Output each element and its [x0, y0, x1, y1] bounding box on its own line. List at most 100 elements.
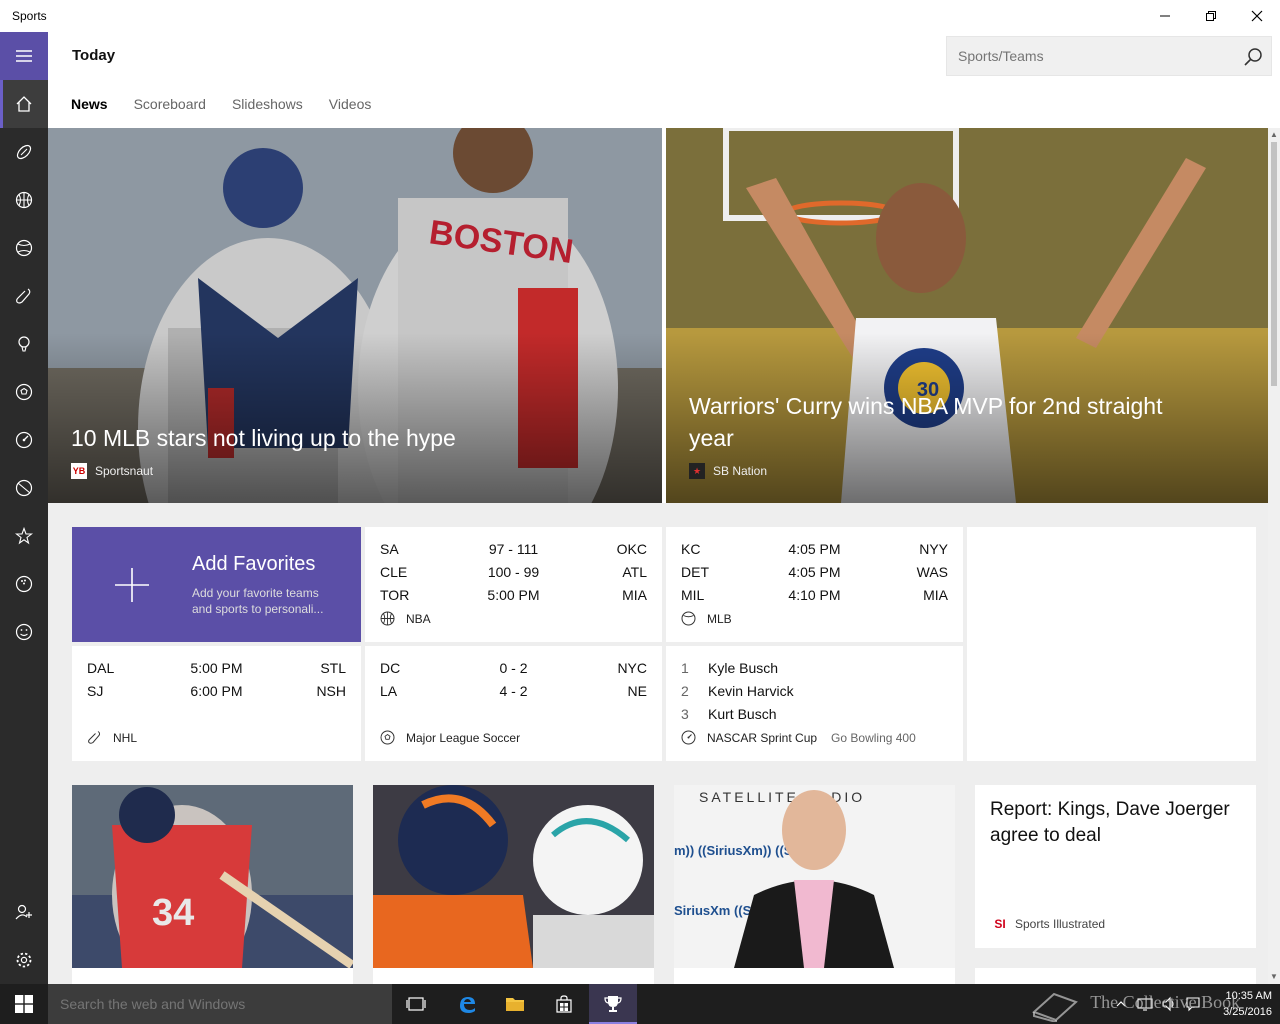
- story-card-football[interactable]: [373, 785, 654, 968]
- game-time: 4:05 PM: [788, 541, 841, 557]
- score: 100 - 99: [487, 564, 540, 580]
- story-image-football: [373, 785, 654, 968]
- sportsnaut-logo-icon: YB: [71, 463, 87, 479]
- golf-icon: [18, 336, 30, 352]
- league-label: NBA: [380, 611, 431, 626]
- empty-card: [967, 527, 1256, 761]
- hero-story-nba[interactable]: 30 Warriors' Curry wins NBA MVP for 2nd …: [666, 128, 1268, 503]
- story-card-kings[interactable]: Report: Kings, Dave Joerger agree to dea…: [975, 785, 1256, 948]
- nav-baseball[interactable]: [0, 224, 48, 272]
- add-person-icon: [15, 904, 32, 920]
- jersey-number: 34: [152, 892, 194, 934]
- tab-slideshows[interactable]: Slideshows: [232, 96, 303, 116]
- event-name: Go Bowling 400: [831, 730, 916, 745]
- nav-hockey[interactable]: [0, 272, 48, 320]
- plus-icon: [115, 568, 149, 602]
- game-time: 5:00 PM: [190, 660, 243, 676]
- hamburger-menu-button[interactable]: [0, 32, 48, 80]
- team-away: NYC: [617, 660, 647, 676]
- game-time: 4:05 PM: [788, 564, 841, 580]
- hero-story-mlb[interactable]: BOSTON 10 MLB stars not living up to the…: [48, 128, 662, 503]
- mls-scores-card[interactable]: DC 0 - 2 NYC LA 4 - 2 NE Major League So…: [365, 646, 662, 761]
- nav-football[interactable]: [0, 128, 48, 176]
- file-explorer-button[interactable]: [491, 984, 539, 1024]
- tab-scoreboard[interactable]: Scoreboard: [134, 96, 206, 116]
- star-icon: [15, 527, 33, 545]
- team-away: OKC: [616, 541, 647, 557]
- close-button[interactable]: [1234, 0, 1280, 32]
- scroll-down-icon[interactable]: ▼: [1270, 973, 1278, 981]
- sbnation-logo-icon: ★: [689, 463, 705, 479]
- nhl-scores-card[interactable]: DAL 5:00 PM STL SJ 6:00 PM NSH NHL: [72, 646, 361, 761]
- baseball-icon: [15, 239, 33, 257]
- task-view-button[interactable]: [392, 984, 440, 1024]
- nav-account[interactable]: [0, 888, 48, 936]
- score-row: DAL 5:00 PM STL: [87, 660, 346, 680]
- league-name: Major League Soccer: [406, 730, 521, 745]
- edge-button[interactable]: [443, 984, 491, 1024]
- tab-videos[interactable]: Videos: [329, 96, 372, 116]
- si-logo-icon: SI: [994, 917, 1006, 931]
- section-tabs: News Scoreboard Slideshows Videos: [71, 96, 397, 116]
- start-button[interactable]: [0, 984, 48, 1024]
- story-card-baseball[interactable]: 34: [72, 785, 353, 968]
- hamburger-icon: [16, 50, 32, 62]
- score-row: DC 0 - 2 NYC: [380, 660, 647, 680]
- nav-favorites[interactable]: [0, 512, 48, 560]
- story-card-next[interactable]: [975, 968, 1256, 984]
- basketball-icon: [15, 191, 33, 209]
- league-label: NASCAR Sprint Cup Go Bowling 400: [681, 730, 916, 745]
- driver-name: Kevin Harvick: [708, 683, 794, 699]
- hockey-icon: [16, 288, 31, 304]
- tab-news[interactable]: News: [71, 96, 108, 116]
- minimize-button[interactable]: [1142, 0, 1188, 32]
- score-row: SA 97 - 111 OKC: [380, 541, 647, 561]
- vertical-scrollbar[interactable]: ▲ ▼: [1268, 128, 1280, 984]
- story-card-radio[interactable]: SATELLITE RADIO m)) ((SiriusXm)) ((Siri …: [674, 785, 955, 968]
- nba-scores-card[interactable]: SA 97 - 111 OKC CLE 100 - 99 ATL TOR 5:0…: [365, 527, 662, 642]
- race-result-row: 1 Kyle Busch: [681, 660, 778, 676]
- nav-fun[interactable]: [0, 608, 48, 656]
- story-card-caption: [373, 968, 654, 984]
- nav-basketball[interactable]: [0, 176, 48, 224]
- nav-home[interactable]: [0, 80, 48, 128]
- story-image-radio: SATELLITE RADIO m)) ((SiriusXm)) ((Siri …: [674, 785, 955, 968]
- nav-nascar[interactable]: [0, 416, 48, 464]
- sports-app-button[interactable]: [589, 984, 637, 1024]
- store-button[interactable]: [540, 984, 588, 1024]
- nav-soccer[interactable]: [0, 368, 48, 416]
- nav-golf[interactable]: [0, 320, 48, 368]
- nav-tennis[interactable]: [0, 464, 48, 512]
- bowling-icon: [15, 575, 33, 593]
- watermark-text: The Collective Book: [1090, 992, 1241, 1013]
- team-away: MIA: [923, 587, 948, 603]
- story-image-batter: 34: [72, 785, 353, 968]
- nav-rail: [0, 32, 48, 984]
- league-name: NASCAR Sprint Cup: [707, 730, 818, 745]
- search-button[interactable]: [1241, 45, 1265, 69]
- edge-icon: [460, 997, 475, 1013]
- team-away: STL: [320, 660, 346, 676]
- nav-settings[interactable]: [0, 936, 48, 984]
- add-favorites-card[interactable]: Add Favorites Add your favorite teams an…: [72, 527, 361, 642]
- hero-source: YB Sportsnaut: [71, 463, 153, 479]
- team-away: NE: [627, 683, 647, 699]
- scroll-up-icon[interactable]: ▲: [1270, 131, 1278, 139]
- nascar-icon: [15, 431, 33, 449]
- league-label: Major League Soccer: [380, 730, 520, 745]
- nascar-results-card[interactable]: 1 Kyle Busch 2 Kevin Harvick 3 Kurt Busch N…: [666, 646, 963, 761]
- restore-button[interactable]: [1188, 0, 1234, 32]
- taskbar-search-input[interactable]: [48, 984, 392, 1024]
- smiley-icon: [15, 623, 33, 641]
- story-card-caption: [674, 968, 955, 984]
- settings-icon: [16, 952, 32, 968]
- score: 0 - 2: [499, 660, 528, 676]
- search-input[interactable]: [947, 37, 1237, 75]
- scrollbar-thumb[interactable]: [1271, 142, 1277, 386]
- windows-logo-icon: [15, 995, 33, 1013]
- mlb-scores-card[interactable]: KC 4:05 PM NYY DET 4:05 PM WAS MIL 4:10 …: [666, 527, 963, 642]
- score-row: LA 4 - 2 NE: [380, 683, 647, 703]
- hero-source: ★ SB Nation: [689, 463, 767, 479]
- nav-bowling[interactable]: [0, 560, 48, 608]
- score-row: SJ 6:00 PM NSH: [87, 683, 346, 703]
